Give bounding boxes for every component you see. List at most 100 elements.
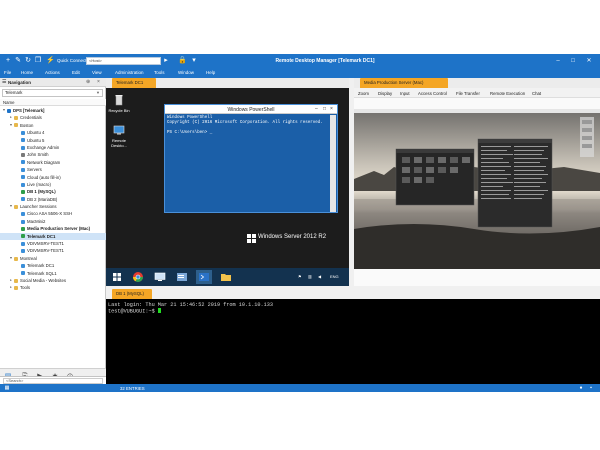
menu-administration[interactable]: Administration bbox=[115, 70, 144, 75]
ps-minimize-icon[interactable]: – bbox=[315, 106, 318, 112]
tree-item[interactable]: VDIVMSRV-TEST1 bbox=[0, 247, 106, 254]
tree-item[interactable]: Cloud (auto fill-in) bbox=[0, 174, 106, 181]
tree-item[interactable]: Network Diagram bbox=[0, 159, 106, 166]
explorer-taskbar-button[interactable] bbox=[218, 270, 234, 284]
powershell-scrollbar[interactable] bbox=[330, 115, 336, 212]
expand-toggle-icon[interactable]: ▼ bbox=[9, 255, 13, 262]
menu-help[interactable]: Help bbox=[206, 70, 215, 75]
tree-item[interactable]: ▸ Tools bbox=[0, 284, 106, 291]
tree-item[interactable]: ▼ Boston bbox=[0, 122, 106, 129]
menu-view[interactable]: View bbox=[92, 70, 102, 75]
edit-icon[interactable]: ✎ bbox=[14, 57, 22, 65]
tree-item[interactable]: VDIVMSRV-TEST1 bbox=[0, 240, 106, 247]
tree-item[interactable]: Ubuntu 4 bbox=[0, 129, 106, 136]
data-source-select[interactable]: Telemark ▼ bbox=[2, 89, 103, 97]
name-column-header[interactable]: Name bbox=[0, 99, 106, 106]
start-button[interactable] bbox=[109, 270, 125, 284]
tree-item[interactable]: ▼ Launcher Sessions bbox=[0, 203, 106, 210]
remote-desktop-shortcut[interactable]: Remote Deskto... bbox=[108, 124, 130, 148]
display-menu[interactable]: Display bbox=[378, 91, 392, 96]
tree-item[interactable]: ▼ DPS [Telemark] bbox=[0, 107, 106, 114]
server-manager-taskbar-button[interactable] bbox=[174, 270, 190, 284]
mac-desktop-screen[interactable] bbox=[354, 109, 600, 269]
lock-icon[interactable]: 🔒 bbox=[178, 57, 187, 65]
tree-item[interactable]: Telemark DC1 bbox=[0, 262, 106, 269]
tree-item[interactable]: ▸ Social Media - Websites bbox=[0, 277, 106, 284]
tree-item[interactable]: John Smith bbox=[0, 151, 106, 158]
tree-item-label: Servers bbox=[27, 167, 42, 173]
flag-icon[interactable]: ⚑ bbox=[298, 274, 302, 279]
tree-item[interactable]: Servers bbox=[0, 166, 106, 173]
tree-item-label: Ubuntu 4 bbox=[27, 130, 45, 136]
duplicate-icon[interactable]: ❐ bbox=[34, 57, 42, 65]
expand-toggle-icon[interactable]: ▼ bbox=[9, 203, 13, 210]
menu-home[interactable]: Home bbox=[21, 70, 33, 75]
access-control-menu[interactable]: Access Control bbox=[418, 91, 447, 96]
tree-item[interactable]: ▸ Credentials bbox=[0, 114, 106, 121]
windows-remote-session[interactable]: Recycle Bin Remote Deskto... Windows Pow… bbox=[106, 88, 349, 286]
tree-item[interactable]: ▼ Montreal bbox=[0, 255, 106, 262]
recycle-bin-icon[interactable]: Recycle Bin bbox=[108, 94, 130, 113]
pin-icon[interactable]: ⊕ bbox=[86, 79, 90, 85]
tab-db1-mysql[interactable]: DB 1 (MySQL) bbox=[112, 289, 152, 299]
powershell-console-text[interactable]: Windows PowerShell Copyright (C) 2016 Mi… bbox=[167, 116, 327, 136]
powershell-taskbar-button[interactable] bbox=[196, 270, 212, 284]
status-db-icon[interactable]: ● bbox=[578, 385, 584, 391]
network-icon[interactable]: ▥ bbox=[308, 274, 312, 279]
tab-media-production-server[interactable]: Media Production Server (Mac) bbox=[360, 78, 448, 88]
zoom-menu[interactable]: Zoom bbox=[358, 91, 369, 96]
mac-remote-session[interactable]: Zoom Display Input Access Control File T… bbox=[354, 88, 600, 286]
menu-tools[interactable]: Tools bbox=[154, 70, 165, 75]
tree-item[interactable]: MacMini2 bbox=[0, 218, 106, 225]
expand-toggle-icon[interactable]: ▼ bbox=[9, 122, 13, 129]
panel-close-icon[interactable]: × bbox=[97, 79, 100, 85]
menu-edit[interactable]: Edit bbox=[72, 70, 80, 75]
ps-close-icon[interactable]: × bbox=[330, 106, 333, 112]
language-indicator[interactable]: ENG bbox=[330, 274, 339, 279]
computer-taskbar-button[interactable] bbox=[152, 270, 168, 284]
dropdown-icon[interactable]: ▾ bbox=[190, 57, 198, 65]
tree-item[interactable]: Live (macro) bbox=[0, 181, 106, 188]
tree-item[interactable]: Ubuntu 5 bbox=[0, 137, 106, 144]
menu-file[interactable]: File bbox=[4, 70, 11, 75]
tree-item[interactable]: DB 2 (MariaDB) bbox=[0, 196, 106, 203]
tree-item[interactable]: Media Production Server (Mac) bbox=[0, 225, 106, 232]
minimize-icon[interactable]: – bbox=[553, 56, 563, 66]
tab-telemark-dc1[interactable]: Telemark DC1 bbox=[112, 78, 156, 88]
tree-item-label: Live (macro) bbox=[27, 181, 51, 187]
refresh-icon[interactable]: ↻ bbox=[24, 57, 32, 65]
ssh-terminal-session[interactable]: Last login: Thu Mar 21 15:46:52 2019 fro… bbox=[106, 299, 600, 384]
expand-toggle-icon[interactable]: ▸ bbox=[9, 277, 13, 284]
terminal-output[interactable]: Last login: Thu Mar 21 15:46:52 2019 fro… bbox=[108, 302, 273, 315]
tree-item-label: DB 1 (MySQL) bbox=[27, 189, 56, 195]
chrome-taskbar-button[interactable] bbox=[130, 270, 146, 284]
file-transfer-menu[interactable]: File Transfer bbox=[456, 91, 480, 96]
menu-actions[interactable]: Actions bbox=[45, 70, 60, 75]
tree-item[interactable]: Cisco ASA 5506-X SSH bbox=[0, 210, 106, 217]
input-menu[interactable]: Input bbox=[400, 91, 410, 96]
status-lock-icon[interactable]: ▪ bbox=[588, 385, 594, 391]
connect-icon[interactable]: ▸ bbox=[162, 57, 170, 65]
tree-item[interactable]: Telemark DC1 bbox=[0, 232, 106, 241]
quick-connect-input[interactable]: <Host> bbox=[86, 57, 161, 65]
tree-item[interactable]: Telemark SQL1 bbox=[0, 270, 106, 277]
menu-window[interactable]: Window bbox=[178, 70, 194, 75]
remote-execution-menu[interactable]: Remote Execution bbox=[490, 91, 525, 96]
add-icon[interactable]: + bbox=[4, 57, 12, 65]
window-title: Remote Desktop Manager [Telemark DC1] bbox=[275, 58, 375, 64]
tree-item-label: Telemark DC1 bbox=[27, 263, 55, 269]
ps-maximize-icon[interactable]: □ bbox=[323, 106, 326, 112]
powershell-window[interactable]: Windows PowerShell – □ × Windows PowerSh… bbox=[164, 104, 338, 213]
maximize-icon[interactable]: □ bbox=[568, 56, 578, 66]
search-input[interactable]: <Search> bbox=[3, 378, 103, 384]
tree-item[interactable]: DB 1 (MySQL) bbox=[0, 188, 106, 195]
chat-menu[interactable]: Chat bbox=[532, 91, 541, 96]
volume-icon[interactable]: ◀ bbox=[318, 274, 321, 279]
powershell-titlebar[interactable]: Windows PowerShell – □ × bbox=[165, 105, 337, 114]
tree-item[interactable]: Exchange Admin bbox=[0, 144, 106, 151]
expand-toggle-icon[interactable]: ▸ bbox=[9, 114, 13, 121]
expand-toggle-icon[interactable]: ▼ bbox=[2, 107, 6, 114]
status-grid-icon[interactable]: ▦ bbox=[4, 385, 10, 391]
expand-toggle-icon[interactable]: ▸ bbox=[9, 284, 13, 291]
close-icon[interactable]: ✕ bbox=[584, 56, 594, 66]
